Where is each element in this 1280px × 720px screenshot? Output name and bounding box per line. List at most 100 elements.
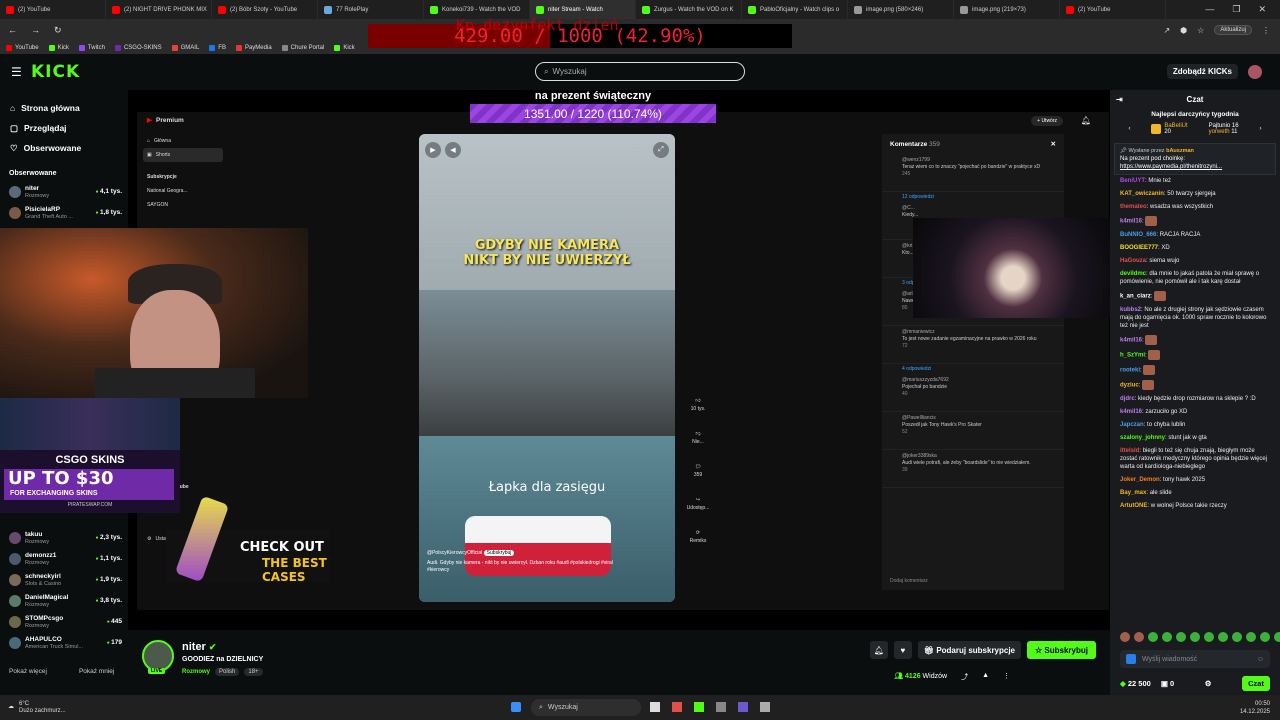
close-icon[interactable]: ✕ (1258, 4, 1266, 15)
sidebar-channel[interactable]: PisicielaRPGrand Theft Auto ... 1,8 tys. (0, 202, 128, 223)
chat-username[interactable]: Joker_Demon (1120, 477, 1160, 483)
bookmark-item[interactable]: Chure Portal (281, 44, 324, 51)
tag-language[interactable]: Polish (215, 668, 240, 676)
follow-heart-icon[interactable]: ♥ (893, 641, 912, 659)
chat-username[interactable]: rooteki (1120, 368, 1140, 374)
sidebar-nav-item[interactable]: ▢ Przeglądaj (10, 118, 128, 138)
kick-logo[interactable]: KICK (31, 62, 80, 82)
show-less-link[interactable]: Pokaż mniej (79, 668, 114, 675)
sidebar-channel[interactable]: STOMPcsgoRozmowy 445 (0, 611, 128, 632)
weather-widget[interactable]: ☁ 6°C Dużo zachmurz... (0, 701, 66, 715)
chat-username[interactable]: themateo (1120, 204, 1147, 210)
notification-bell-icon[interactable]: 🔔︎ (869, 641, 888, 659)
tag-age[interactable]: 18+ (244, 668, 263, 676)
sidebar-channel[interactable]: takuuRozmowy 2,3 tys. (0, 527, 128, 548)
update-button[interactable]: Aktualizuj (1214, 25, 1252, 35)
emote-icon[interactable] (1148, 632, 1158, 642)
chat-settings-icon[interactable]: ⚙ (1205, 679, 1212, 688)
emote-icon[interactable] (1190, 632, 1200, 642)
chat-username[interactable]: BOOGIEE777 (1120, 245, 1158, 251)
emote-icon[interactable] (1274, 632, 1280, 642)
sidebar-nav-item[interactable]: ♡ Obserwowane (10, 138, 128, 158)
next-arrow-icon[interactable]: › (1260, 126, 1262, 132)
search-input[interactable]: ⌕ Wyszukaj (535, 62, 745, 81)
chat-username[interactable]: ArtutONE (1120, 503, 1147, 509)
sidebar-channel[interactable]: DanielMagicalRozmowy 3,8 tys. (0, 590, 128, 611)
back-icon[interactable]: ← (8, 25, 17, 36)
sidebar-nav-item[interactable]: ⌂ Strona główna (10, 98, 128, 118)
clock[interactable]: 00:50 14.12.2025 (1240, 700, 1270, 716)
forward-icon[interactable]: → (31, 25, 40, 36)
chat-username[interactable]: k4mil16 (1120, 338, 1142, 344)
gift-subs-button[interactable]: 🎁︎ Podaruj subskrypcje (917, 641, 1022, 659)
kick-emote-icon[interactable] (1126, 654, 1136, 664)
chat-username[interactable]: BuNNIO_666 (1120, 232, 1156, 238)
chat-username[interactable]: devildmc (1120, 271, 1146, 277)
emote-icon[interactable] (1260, 632, 1270, 642)
chat-username[interactable]: HaGouza (1120, 258, 1146, 264)
windows-start-icon[interactable] (511, 702, 521, 712)
browser-tab[interactable]: (2) YouTube (1060, 0, 1166, 19)
browser-tab[interactable]: PabloOficjalny - Watch clips o (742, 0, 848, 19)
chat-username[interactable]: h_SzYmi (1120, 353, 1145, 359)
browser-tab[interactable]: Zurgus - Watch the VOD on K (636, 0, 742, 19)
show-more-link[interactable]: Pokaż więcej (9, 668, 47, 675)
chat-username[interactable]: Japczan (1120, 422, 1144, 428)
chat-input[interactable]: Wyślij wiadomość ☺ (1120, 650, 1270, 668)
emote-icon[interactable] (1204, 632, 1214, 642)
bookmark-item[interactable]: Twitch (78, 44, 105, 51)
emote-icon[interactable] (1162, 632, 1172, 642)
menu-dots-icon[interactable]: ⋮ (1262, 26, 1270, 35)
share-icon[interactable]: ⤴ (961, 672, 968, 682)
app-icon[interactable] (760, 702, 770, 712)
stream-category[interactable]: Rozmowy (182, 669, 210, 675)
browser-tab[interactable]: (2) YouTube (0, 0, 106, 19)
extension-icon[interactable]: ⬢ (1180, 26, 1187, 35)
get-kicks-button[interactable]: Zdobądź KICKs (1166, 64, 1238, 79)
browser-tab[interactable]: (2) NIGHT DRIVE PHONK MIX (106, 0, 212, 19)
sidebar-channel[interactable]: niterRozmowy 4,1 tys. (0, 181, 128, 202)
kick-app-icon[interactable] (694, 702, 704, 712)
chat-username[interactable]: BeniUYT (1120, 178, 1145, 184)
share-icon[interactable]: ↗ (1163, 26, 1170, 35)
emote-icon[interactable] (1176, 632, 1186, 642)
browser-tab[interactable]: image.png (219×73) (954, 0, 1060, 19)
pinned-link[interactable]: https://www.paymedia.pl/thenitrozyni... (1120, 164, 1222, 170)
emote-icon[interactable] (1134, 632, 1144, 642)
discord-icon[interactable] (738, 702, 748, 712)
bookmark-item[interactable]: Kick (334, 44, 355, 51)
channel-name[interactable]: niter (182, 641, 206, 653)
chat-username[interactable]: KAT_owiczanin (1120, 191, 1164, 197)
prev-arrow-icon[interactable]: ‹ (1128, 126, 1130, 132)
bookmark-star-icon[interactable]: ☆ (1197, 26, 1204, 35)
collapse-chat-icon[interactable]: ⇥ (1116, 95, 1123, 104)
bookmark-item[interactable]: FB (209, 44, 226, 51)
emote-icon[interactable] (1218, 632, 1228, 642)
sidebar-channel[interactable]: schneckyirlSlots & Casino 1,9 tys. (0, 569, 128, 590)
bookmark-item[interactable]: GMAIL (171, 44, 199, 51)
clip-icon[interactable]: ▲ (982, 672, 989, 682)
chat-username[interactable]: dyziuc (1120, 383, 1139, 389)
chat-username[interactable]: k_an_ciarz (1120, 294, 1151, 300)
minimize-icon[interactable]: — (1205, 4, 1214, 15)
chat-username[interactable]: szalony_johnny (1120, 435, 1165, 441)
taskbar-search[interactable]: ⌕ Wyszukaj (531, 699, 641, 716)
bookmark-item[interactable]: YouTube (6, 44, 39, 51)
emoji-icon[interactable]: ☺ (1257, 656, 1264, 663)
browser-tab[interactable]: (2) Bóbr Szoty - YouTube (212, 0, 318, 19)
subscribe-button[interactable]: ☆ Subskrybuj (1027, 641, 1096, 659)
sidebar-channel[interactable]: AHAPULCOAmerican Truck Simul... 179 (0, 632, 128, 653)
send-chat-button[interactable]: Czat (1242, 676, 1270, 691)
sidebar-channel[interactable]: demonzz1Rozmowy 1,1 tys. (0, 548, 128, 569)
chat-username[interactable]: k4mil16 (1120, 219, 1142, 225)
bookmark-item[interactable]: CSGO-SKINS (114, 44, 162, 51)
reload-icon[interactable]: ↻ (54, 25, 62, 36)
more-icon[interactable]: ⋮ (1003, 672, 1010, 682)
bookmark-item[interactable]: Kick (48, 44, 69, 51)
file-explorer-icon[interactable] (650, 702, 660, 712)
chat-username[interactable]: kubbs2 (1120, 307, 1141, 313)
chat-username[interactable]: ittelsld (1120, 448, 1139, 454)
hamburger-menu-icon[interactable]: ☰ (11, 65, 22, 79)
emote-icon[interactable] (1232, 632, 1242, 642)
app-icon[interactable] (716, 702, 726, 712)
